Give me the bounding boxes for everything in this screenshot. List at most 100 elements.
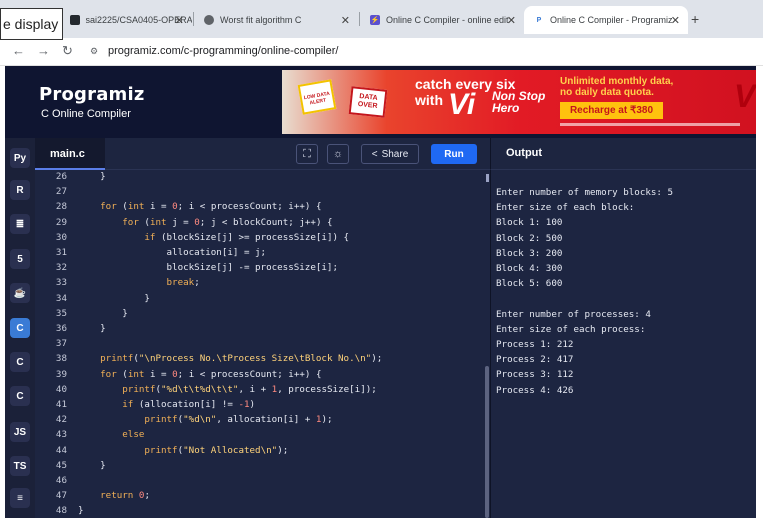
code-text: return 0; <box>100 490 150 502</box>
code-line[interactable]: 32 blockSize[j] -= processSize[i]; <box>35 260 484 275</box>
code-line[interactable]: 41 if (allocation[i] != -1) <box>35 397 484 412</box>
output-line: Process 1: 212 <box>496 339 574 350</box>
output-line: Enter size of each process: <box>496 323 646 335</box>
code-line[interactable]: 38 printf("\nProcess No.\tProcess Size\t… <box>35 351 484 366</box>
forward-button[interactable]: → <box>37 43 50 58</box>
code-line[interactable]: 33 break; <box>35 275 484 290</box>
code-text: allocation[i] = j; <box>78 247 267 258</box>
line-number: 35 <box>55 307 67 319</box>
output-line: Process 3: 112 <box>496 369 574 381</box>
code-line[interactable]: 37 <box>35 336 484 351</box>
theme-toggle-icon[interactable]: ☼ <box>327 144 349 164</box>
output-line: Process 2: 417 <box>496 354 574 366</box>
cpp-icon[interactable]: C <box>10 352 30 372</box>
scrollbar-thumb[interactable] <box>485 366 489 518</box>
line-number: 44 <box>55 444 67 456</box>
java-icon[interactable]: ☕ <box>10 283 30 303</box>
code-line[interactable]: 27 <box>35 184 484 199</box>
menu-icon[interactable]: ≡ <box>10 488 30 508</box>
share-icon: < <box>371 148 378 160</box>
sql-icon[interactable]: ≣ <box>10 214 30 234</box>
lightning-favicon-icon: ⚡ <box>370 15 380 25</box>
share-button[interactable]: < Share <box>361 144 419 164</box>
site-favicon-icon <box>204 15 214 25</box>
r-icon[interactable]: R <box>10 180 30 200</box>
browser-tab-programiz[interactable]: P Online C Compiler - Programiz ✕ <box>524 6 688 34</box>
line-number: 48 <box>55 505 67 517</box>
browser-tab-online-compiler[interactable]: ⚡ Online C Compiler - online edit ✕ <box>360 6 524 34</box>
line-number: 40 <box>55 383 67 395</box>
language-sidebar: Py R ≣ 5 ☕ C C C JS TS ≡ <box>5 138 35 518</box>
code-line[interactable]: 28 for (int i = 0; i < processCount; i++… <box>35 199 484 214</box>
github-favicon-icon <box>70 15 80 25</box>
browser-tab-github[interactable]: sai2225/CSA0405-OPERAT ✕ <box>60 6 192 34</box>
c-icon[interactable]: C <box>10 318 30 338</box>
output-line: Block 4: 300 <box>496 263 563 274</box>
line-number: 28 <box>55 201 67 213</box>
line-number: 45 <box>55 459 67 471</box>
advertisement-banner[interactable]: LOW DATA ALERT DATA OVER catch every six… <box>282 70 758 134</box>
python-icon[interactable]: Py <box>10 148 30 168</box>
back-button[interactable]: ← <box>12 43 25 58</box>
ad-tagline: Non Stop Hero <box>492 89 546 115</box>
code-text: if (allocation[i] != -1) <box>122 399 256 410</box>
code-line[interactable]: 26 } <box>35 170 484 184</box>
ts-icon[interactable]: TS <box>10 456 30 476</box>
file-tab-main-c[interactable]: main.c <box>35 138 105 170</box>
ad-headline-with: with <box>415 92 443 108</box>
code-line[interactable]: 34 } <box>35 291 484 306</box>
code-line[interactable]: 47 return 0; <box>35 488 484 503</box>
line-number: 37 <box>55 338 67 350</box>
browser-tab-worst-fit[interactable]: Worst fit algorithm C ✕ <box>194 6 358 34</box>
code-line[interactable]: 39 for (int i = 0; i < processCount; i++… <box>35 367 484 382</box>
ad-cta-button[interactable]: Recharge at ₹380 <box>560 102 663 119</box>
url-field[interactable]: programiz.com/c-programming/online-compi… <box>108 45 338 57</box>
output-console[interactable]: Enter number of memory blocks: 5 Enter si… <box>490 170 756 518</box>
code-line[interactable]: 29 for (int j = 0; j < blockCount; j++) … <box>35 215 484 230</box>
code-text: for (int i = 0; i < processCount; i++) { <box>100 368 322 380</box>
code-line[interactable]: 35 } <box>35 306 484 321</box>
fullscreen-icon[interactable]: ⛶ <box>296 144 318 164</box>
reload-button[interactable]: ↻ <box>62 43 73 59</box>
close-tab-icon[interactable]: ✕ <box>671 14 680 27</box>
code-line[interactable]: 43 else <box>35 427 484 442</box>
tab-title: Online C Compiler - online edit <box>386 15 509 25</box>
line-number: 39 <box>55 368 67 380</box>
csharp-icon[interactable]: C <box>10 386 30 406</box>
code-line[interactable]: 44 printf("Not Allocated\n"); <box>35 443 484 458</box>
code-line[interactable]: 36 } <box>35 321 484 336</box>
scroll-marker <box>486 174 489 182</box>
code-text: } <box>78 307 128 319</box>
close-tab-icon[interactable]: ✕ <box>175 14 184 27</box>
ad-sign-data-over: DATA OVER <box>348 86 388 118</box>
code-text: } <box>78 292 150 304</box>
js-icon[interactable]: JS <box>10 422 30 442</box>
line-number: 29 <box>55 216 67 228</box>
tooltip: e display <box>0 8 63 40</box>
code-line[interactable]: 30 if (blockSize[j] >= processSize[i]) { <box>35 230 484 245</box>
code-line[interactable]: 46 <box>35 473 484 488</box>
code-text: } <box>78 505 84 517</box>
code-line[interactable]: 40 printf("%d\t\t%d\t\t", i + 1, process… <box>35 382 484 397</box>
code-editor[interactable]: 26 } 27 28 for (int i = 0; i < processCoun… <box>35 170 484 518</box>
line-number: 32 <box>55 262 67 274</box>
line-number: 31 <box>55 247 67 258</box>
output-line: Block 2: 500 <box>496 232 563 244</box>
programiz-logo[interactable]: Programiz <box>39 84 145 105</box>
close-tab-icon[interactable]: ✕ <box>341 14 350 27</box>
editor-toolbar: main.c ⛶ ☼ < Share Run <box>35 138 490 170</box>
new-tab-button[interactable]: + <box>691 11 699 27</box>
code-line[interactable]: 31 allocation[i] = j; <box>35 245 484 260</box>
code-line[interactable]: 48} <box>35 503 484 518</box>
ad-sign-low-data: LOW DATA ALERT <box>297 79 337 115</box>
code-line[interactable]: 45 } <box>35 458 484 473</box>
site-info-icon[interactable]: ⚙ <box>90 46 102 58</box>
code-line[interactable]: 42 printf("%d\n", allocation[i] + 1); <box>35 412 484 427</box>
run-button[interactable]: Run <box>431 144 477 164</box>
line-number: 26 <box>55 171 67 182</box>
code-text: blockSize[j] -= processSize[i]; <box>78 262 338 274</box>
close-tab-icon[interactable]: ✕ <box>507 14 516 27</box>
browser-tab-strip: sai2225/CSA0405-OPERAT ✕ Worst fit algor… <box>0 0 763 38</box>
html-icon[interactable]: 5 <box>10 249 30 269</box>
output-title: Output <box>506 147 543 159</box>
